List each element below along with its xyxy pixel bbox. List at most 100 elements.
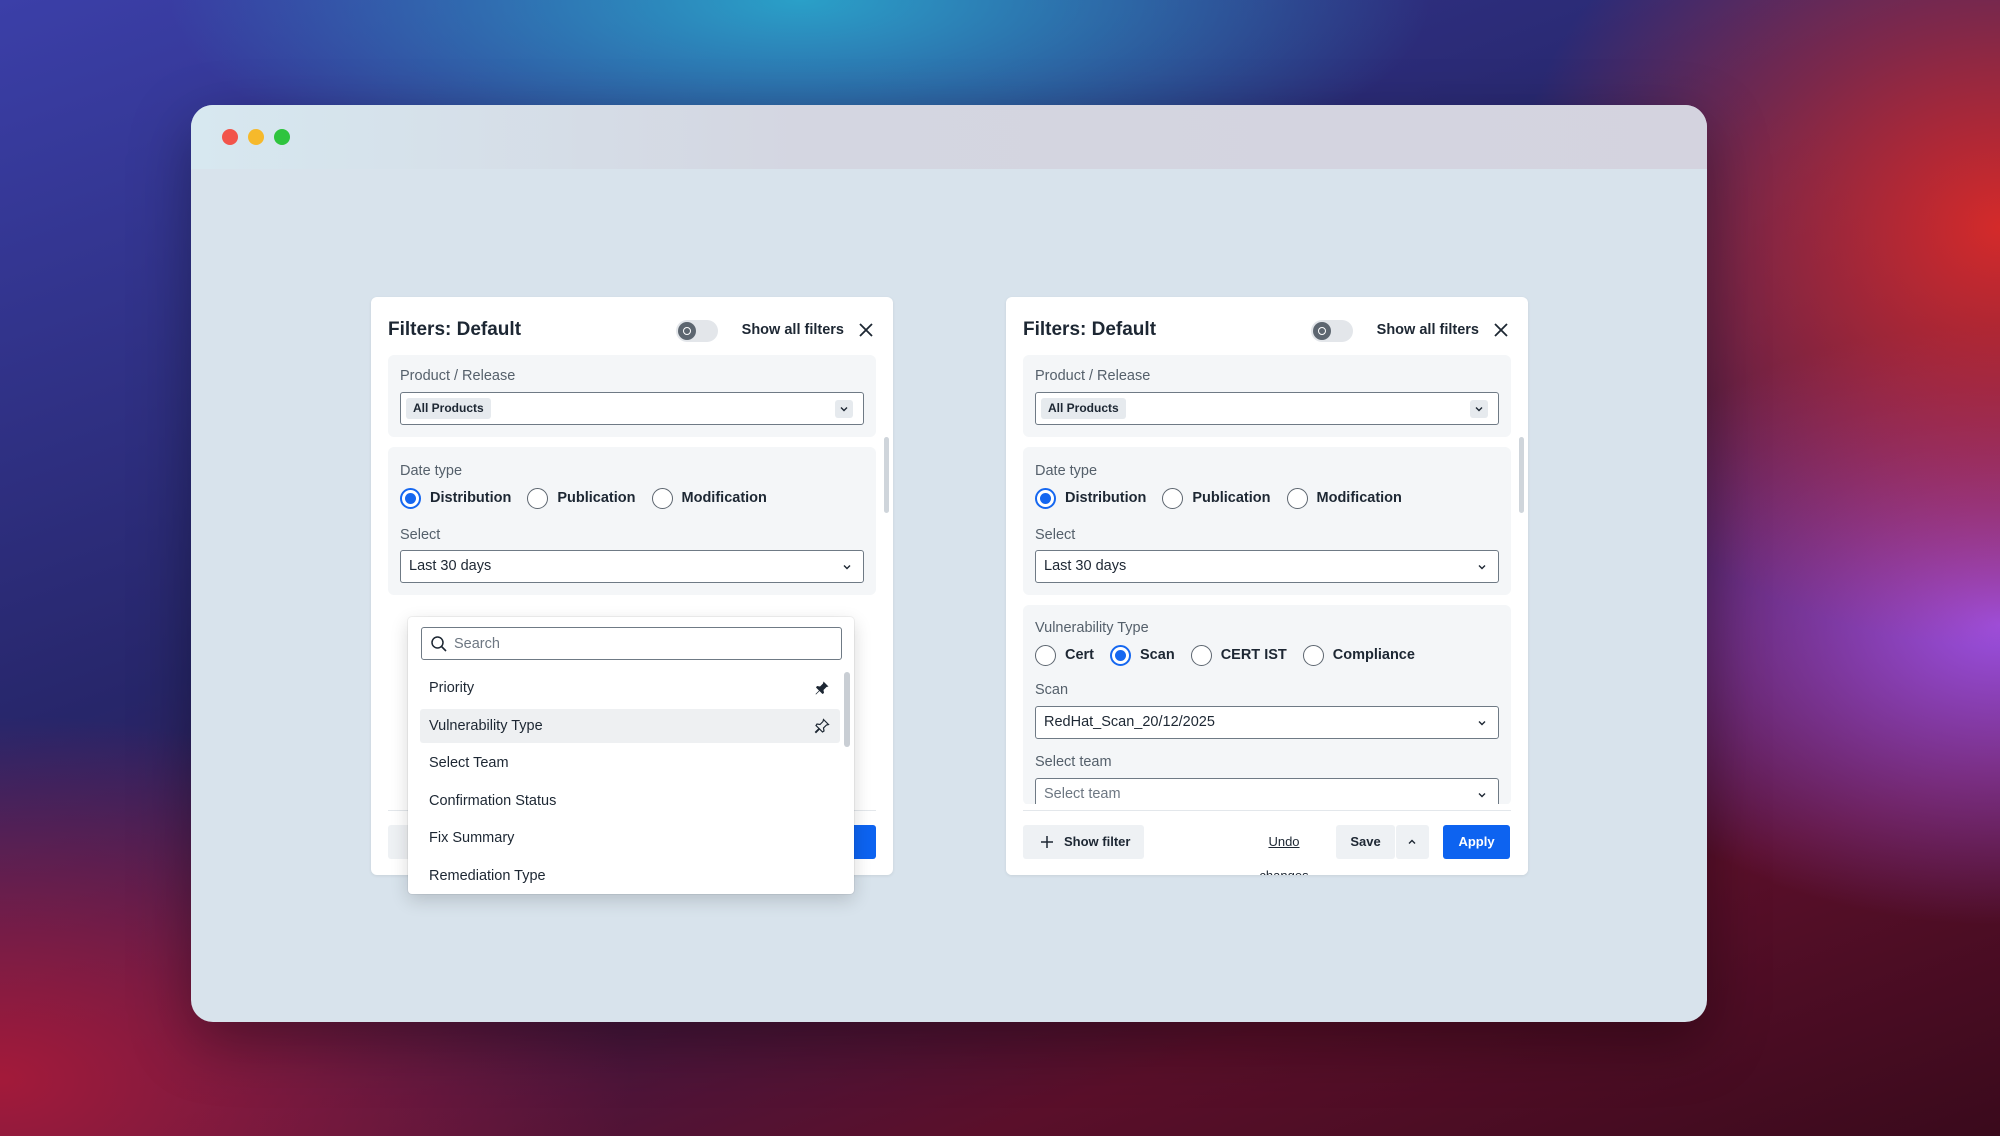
radio-circle (1302, 644, 1324, 666)
date-range-select[interactable]: Last 30 days (400, 550, 864, 583)
filter-option-fix-summary[interactable]: Fix Summary (420, 821, 840, 855)
toggle-knob (1313, 322, 1331, 340)
save-button[interactable]: Save (1336, 825, 1395, 859)
radio-label: Distribution (430, 490, 512, 506)
vulnerability-type-section: Vulnerability Type Cert Scan CERT IST Co… (1023, 605, 1511, 811)
date-type-section: Date type Distribution Publication Modif… (1023, 447, 1511, 595)
filter-option-confirmation-status[interactable]: Confirmation Status (420, 784, 840, 818)
radio-label: Scan (1140, 647, 1175, 663)
scan-select[interactable]: RedHat_Scan_20/12/2025 (1035, 706, 1499, 739)
date-type-label: Date type (1035, 463, 1098, 479)
filter-option-remediation-type[interactable]: Remediation Type (420, 859, 840, 893)
search-icon (431, 636, 447, 652)
radio-label: Modification (681, 490, 767, 506)
pin-outline-icon[interactable] (814, 718, 830, 734)
pin-filled-icon[interactable] (814, 680, 830, 696)
radio-circle (400, 487, 421, 509)
radio-distribution[interactable]: Distribution (1035, 487, 1146, 509)
product-release-label: Product / Release (1035, 368, 1151, 384)
radio-label: Publication (557, 490, 636, 506)
show-all-filters-label: Show all filters (741, 322, 844, 338)
radio-distribution[interactable]: Distribution (400, 487, 512, 509)
zoom-window-button[interactable] (274, 129, 290, 145)
dropdown-scrollbar[interactable] (844, 672, 850, 747)
chevron-down-icon[interactable] (1470, 400, 1488, 418)
show-filter-button[interactable]: Show filter (1023, 825, 1144, 859)
date-range-value: Last 30 days (409, 558, 492, 574)
radio-scan[interactable]: Scan (1110, 644, 1175, 666)
chevron-down-icon (1478, 721, 1486, 726)
chevron-up-icon (1408, 839, 1416, 844)
date-type-label: Date type (400, 463, 463, 479)
chevron-down-icon (1478, 565, 1486, 570)
select-label: Select (400, 527, 441, 543)
radio-label: Modification (1316, 490, 1402, 506)
panel-scrollbar[interactable] (884, 437, 889, 513)
show-all-filters-toggle[interactable] (676, 320, 718, 342)
title-bar (191, 105, 1707, 169)
plus-icon (1041, 836, 1053, 848)
filter-option-label: Select Team (429, 755, 509, 771)
minimize-window-button[interactable] (248, 129, 264, 145)
date-type-radio-group: Distribution Publication Modification (1035, 487, 1418, 509)
chevron-down-icon[interactable] (835, 400, 853, 418)
filter-option-label: Vulnerability Type (429, 718, 543, 734)
radio-cert[interactable]: Cert (1035, 644, 1095, 666)
filters-panel-right: Filters: Default Show all filters Produc… (1006, 297, 1528, 875)
toggle-knob (678, 322, 696, 340)
filter-option-select-team[interactable]: Select Team (420, 746, 840, 780)
radio-cert-ist[interactable]: CERT IST (1190, 644, 1287, 666)
product-release-select[interactable]: All Products (400, 392, 864, 425)
panel-header: Filters: Default Show all filters (1023, 315, 1511, 345)
apply-button[interactable]: Apply (1443, 825, 1510, 859)
radio-modification[interactable]: Modification (651, 487, 767, 509)
panel-footer: Show filter Undo changes Save Apply (1023, 825, 1511, 875)
product-release-section: Product / Release All Products (1023, 355, 1511, 437)
close-icon[interactable] (1491, 320, 1511, 340)
date-type-section: Date type Distribution Publication Modif… (388, 447, 876, 595)
panel-header: Filters: Default Show all filters (388, 315, 876, 345)
radio-circle (1162, 487, 1184, 509)
radio-circle (1110, 644, 1132, 666)
date-range-select[interactable]: Last 30 days (1035, 550, 1499, 583)
radio-publication[interactable]: Publication (1162, 487, 1271, 509)
close-window-button[interactable] (222, 129, 238, 145)
radio-modification[interactable]: Modification (1286, 487, 1402, 509)
panel-title: Filters: Default (388, 319, 522, 340)
select-team-label: Select team (1035, 754, 1112, 770)
radio-circle (1190, 644, 1212, 666)
radio-label: Compliance (1332, 647, 1415, 663)
panel-scrollbar[interactable] (1519, 437, 1524, 513)
select-label: Select (1035, 527, 1076, 543)
panel-title: Filters: Default (1023, 319, 1157, 340)
filter-option-vulnerability-type[interactable]: Vulnerability Type (420, 709, 840, 743)
product-release-label: Product / Release (400, 368, 516, 384)
product-chip: All Products (1041, 398, 1126, 419)
vulnerability-type-label: Vulnerability Type (1035, 620, 1149, 636)
show-filter-label: Show filter (1064, 834, 1131, 849)
date-range-value: Last 30 days (1044, 558, 1127, 574)
show-all-filters-label: Show all filters (1376, 322, 1479, 338)
filter-option-priority[interactable]: Priority (420, 671, 840, 705)
save-menu-button[interactable] (1396, 825, 1429, 859)
product-release-select[interactable]: All Products (1035, 392, 1499, 425)
radio-label: Cert (1065, 647, 1095, 663)
filter-option-label: Remediation Type (429, 868, 546, 884)
undo-changes-link[interactable]: Undo changes (1243, 825, 1325, 875)
product-release-section: Product / Release All Products (388, 355, 876, 437)
scan-label: Scan (1035, 682, 1069, 698)
show-all-filters-toggle[interactable] (1311, 320, 1353, 342)
date-type-radio-group: Distribution Publication Modification (400, 487, 783, 509)
filter-option-label: Priority (429, 680, 475, 696)
search-input[interactable] (454, 628, 835, 659)
close-icon[interactable] (856, 320, 876, 340)
filter-search[interactable] (421, 627, 842, 660)
filter-option-label: Fix Summary (429, 830, 515, 846)
radio-circle (651, 487, 673, 509)
radio-circle (1035, 644, 1056, 666)
scan-value: RedHat_Scan_20/12/2025 (1044, 714, 1215, 730)
radio-circle (1286, 487, 1308, 509)
radio-compliance[interactable]: Compliance (1302, 644, 1415, 666)
radio-label: Publication (1192, 490, 1271, 506)
radio-publication[interactable]: Publication (527, 487, 636, 509)
